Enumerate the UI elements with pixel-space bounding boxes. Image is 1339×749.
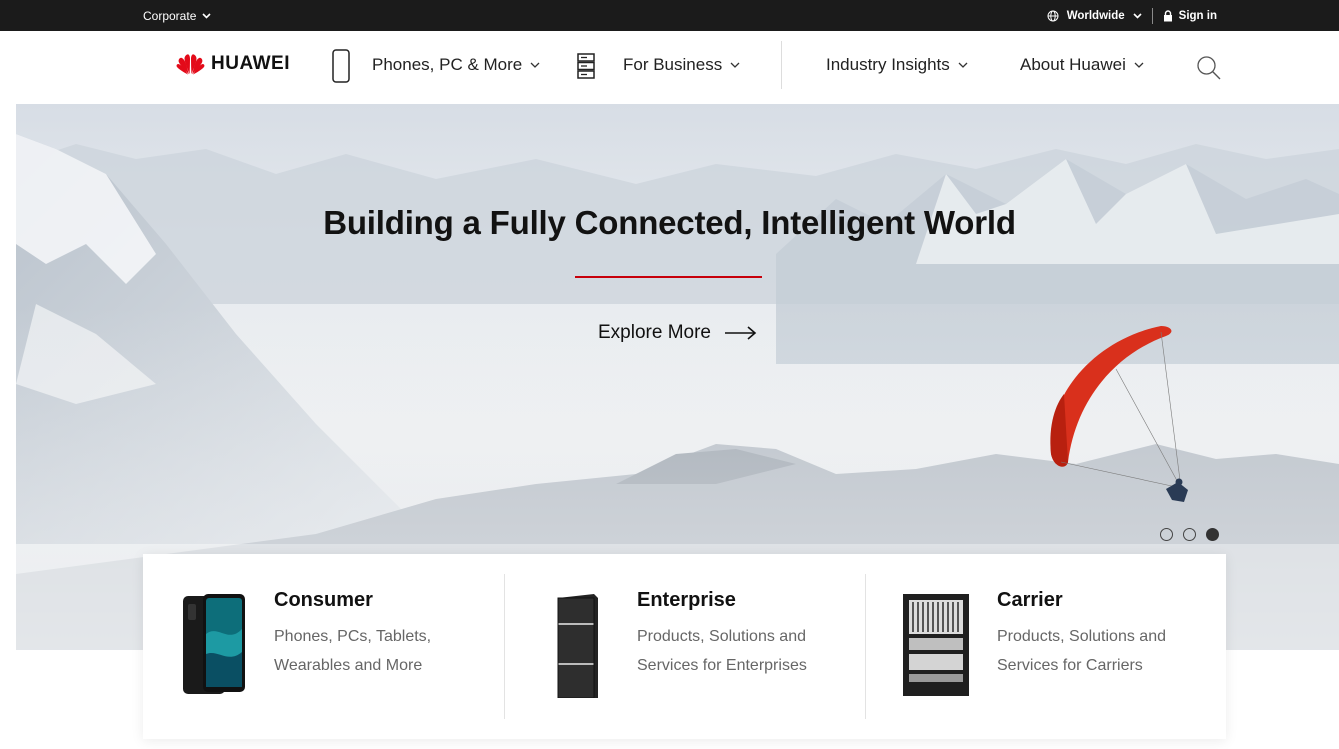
phone-icon — [332, 49, 350, 83]
network-cabinet-image — [903, 594, 969, 696]
brand-name: HUAWEI — [211, 53, 290, 74]
server-rack-image — [557, 594, 598, 698]
nav-label: Industry Insights — [826, 55, 950, 74]
chevron-down-icon — [1133, 13, 1142, 19]
main-navigation: HUAWEI Phones, PC & More For Business In… — [0, 31, 1339, 104]
sign-in-link[interactable]: Sign in — [1163, 10, 1217, 22]
card-carrier[interactable]: Carrier Products, Solutions and Services… — [865, 554, 1226, 739]
nav-industry-insights[interactable]: Industry Insights — [826, 55, 968, 75]
chevron-down-icon — [958, 62, 968, 68]
huawei-logo[interactable]: HUAWEI — [176, 53, 290, 75]
utility-bar: Corporate Worldwide Sign in — [0, 0, 1339, 31]
nav-about-huawei[interactable]: About Huawei — [1020, 55, 1144, 75]
corporate-label: Corporate — [143, 9, 197, 23]
arrow-right-icon — [725, 326, 757, 340]
nav-label: About Huawei — [1020, 55, 1126, 74]
search-icon[interactable] — [1196, 55, 1222, 81]
nav-label: For Business — [623, 55, 723, 74]
globe-icon — [1047, 10, 1059, 22]
hero-accent-rule — [575, 276, 762, 278]
card-description: Phones, PCs, Tablets, Wearables and More — [274, 628, 432, 674]
worldwide-label: Worldwide — [1066, 10, 1125, 22]
card-consumer[interactable]: Consumer Phones, PCs, Tablets, Wearables… — [143, 554, 504, 739]
chevron-down-icon — [730, 62, 740, 68]
explore-more-label: Explore More — [598, 322, 711, 343]
lock-icon — [1163, 10, 1172, 22]
nav-label: Phones, PC & More — [372, 55, 523, 74]
card-title: Consumer — [274, 589, 373, 611]
divider — [1151, 8, 1153, 24]
card-title: Carrier — [997, 589, 1063, 611]
nav-phones-pc-more[interactable]: Phones, PC & More — [372, 55, 540, 75]
card-enterprise[interactable]: Enterprise Products, Solutions and Servi… — [504, 554, 865, 739]
server-icon — [577, 53, 595, 79]
explore-more-link[interactable]: Explore More — [598, 322, 757, 344]
chevron-down-icon — [530, 62, 540, 68]
carousel-dot[interactable] — [1183, 528, 1196, 541]
nav-for-business[interactable]: For Business — [623, 55, 740, 75]
chevron-down-icon — [1134, 62, 1144, 68]
carousel-indicators — [1160, 528, 1219, 541]
category-cards: Consumer Phones, PCs, Tablets, Wearables… — [143, 554, 1226, 739]
carousel-dot[interactable] — [1160, 528, 1173, 541]
corporate-menu[interactable]: Corporate — [143, 9, 211, 23]
smartphone-image — [183, 594, 245, 694]
hero-title: Building a Fully Connected, Intelligent … — [323, 204, 1016, 241]
card-description: Products, Solutions and Services for Ent… — [637, 628, 807, 674]
chevron-down-icon — [202, 13, 211, 19]
sign-in-label: Sign in — [1178, 10, 1217, 22]
huawei-flower-icon — [176, 54, 205, 75]
region-selector[interactable]: Worldwide — [1047, 10, 1142, 22]
card-description: Products, Solutions and Services for Car… — [997, 628, 1166, 674]
card-title: Enterprise — [637, 589, 736, 611]
carousel-dot-active[interactable] — [1206, 528, 1219, 541]
nav-divider — [781, 41, 782, 89]
